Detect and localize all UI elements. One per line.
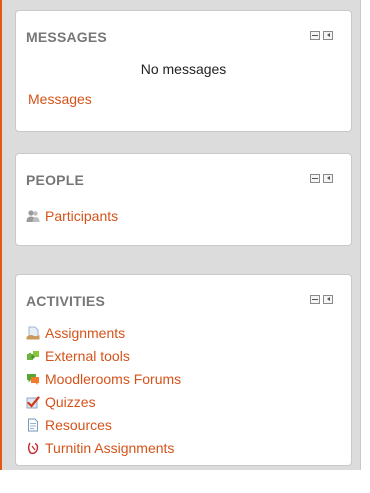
moodlerooms-forums-link[interactable]: Moodlerooms Forums <box>45 371 181 387</box>
resource-icon <box>26 418 40 432</box>
list-item-assignments[interactable]: Assignments <box>26 323 125 343</box>
list-item-turnitin-assignments[interactable]: Turnitin Assignments <box>26 438 174 458</box>
list-item-resources[interactable]: Resources <box>26 415 112 435</box>
people-block-title: PEOPLE <box>26 172 84 188</box>
quiz-icon <box>26 395 40 409</box>
assignment-icon <box>26 326 40 340</box>
dock-block-icon[interactable] <box>323 295 333 304</box>
messages-link[interactable]: Messages <box>28 91 92 107</box>
hide-block-icon[interactable] <box>310 174 320 183</box>
sidebar-column: MESSAGES No messages Messages PEOPLE Par… <box>0 0 361 470</box>
activities-block-controls <box>310 295 333 304</box>
activities-block: ACTIVITIES Assignments External tools Mo… <box>15 274 352 466</box>
activities-block-title: ACTIVITIES <box>26 293 106 309</box>
messages-block: MESSAGES No messages Messages <box>15 10 352 132</box>
participants-link[interactable]: Participants <box>45 208 118 224</box>
resources-link[interactable]: Resources <box>45 417 112 433</box>
messages-block-title: MESSAGES <box>26 29 107 45</box>
messages-block-controls <box>310 31 333 40</box>
people-block-controls <box>310 174 333 183</box>
people-block: PEOPLE Participants <box>15 153 352 246</box>
list-item-participants[interactable]: Participants <box>26 206 118 226</box>
list-item-moodlerooms-forums[interactable]: Moodlerooms Forums <box>26 369 181 389</box>
external-tools-link[interactable]: External tools <box>45 348 130 364</box>
list-item-quizzes[interactable]: Quizzes <box>26 392 96 412</box>
participants-icon <box>26 209 40 223</box>
dock-block-icon[interactable] <box>323 31 333 40</box>
turnitin-assignments-link[interactable]: Turnitin Assignments <box>45 440 174 456</box>
forum-icon <box>26 372 40 386</box>
quizzes-link[interactable]: Quizzes <box>45 394 96 410</box>
puzzle-icon <box>26 349 40 363</box>
hide-block-icon[interactable] <box>310 295 320 304</box>
assignments-link[interactable]: Assignments <box>45 325 125 341</box>
list-item-external-tools[interactable]: External tools <box>26 346 130 366</box>
dock-block-icon[interactable] <box>323 174 333 183</box>
hide-block-icon[interactable] <box>310 31 320 40</box>
no-messages-text: No messages <box>140 61 227 77</box>
turnitin-icon <box>26 441 40 455</box>
